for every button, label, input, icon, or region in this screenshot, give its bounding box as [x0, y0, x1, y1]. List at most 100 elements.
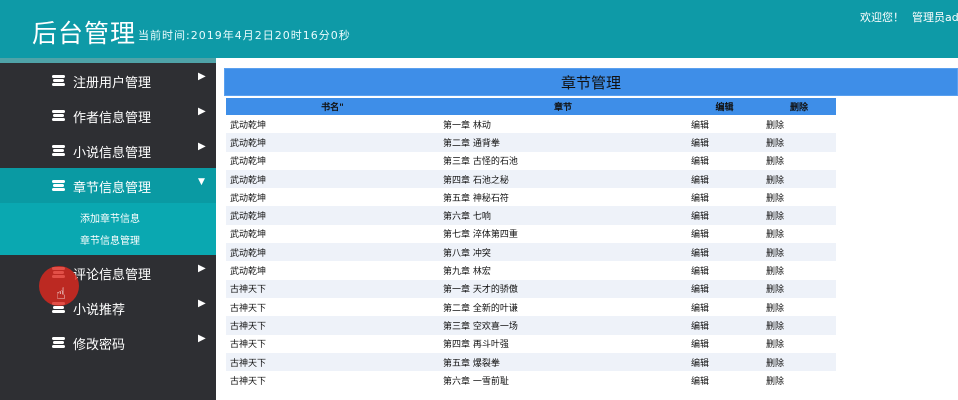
- edit-link[interactable]: 编辑: [687, 297, 762, 317]
- cell-book: 古神天下: [226, 371, 439, 390]
- delete-link[interactable]: 删除: [762, 206, 836, 225]
- delete-link[interactable]: 删除: [762, 261, 836, 280]
- delete-link[interactable]: 删除: [762, 334, 836, 353]
- delete-link[interactable]: 删除: [762, 243, 836, 262]
- delete-link[interactable]: 删除: [762, 133, 836, 152]
- table-row: 古神天下 第六章 一雪前耻 编辑 删除: [226, 371, 836, 390]
- stack-icon: [52, 145, 65, 156]
- cell-book: 武动乾坤: [226, 206, 439, 225]
- edit-link[interactable]: 编辑: [687, 224, 762, 244]
- cell-chapter: 第一章 林动: [439, 115, 687, 134]
- sidebar-item-recommend[interactable]: 小说推荐 ▶: [0, 290, 216, 325]
- main-content: 章节管理 书名" 章节 编辑 删除 武动乾坤 第一章 林动 编辑 删除 武动乾坤 第二章 …: [216, 58, 958, 400]
- sidebar-item-label: 小说推荐: [73, 303, 126, 318]
- delete-link[interactable]: 删除: [762, 279, 836, 298]
- delete-link[interactable]: 删除: [762, 169, 836, 189]
- delete-link[interactable]: 删除: [762, 316, 836, 335]
- cell-book: 古神天下: [226, 279, 439, 298]
- cell-chapter: 第一章 天才的骄傲: [439, 279, 687, 298]
- edit-link[interactable]: 编辑: [687, 169, 762, 189]
- chapter-panel: 章节管理 书名" 章节 编辑 删除 武动乾坤 第一章 林动 编辑 删除 武动乾坤 第二章 …: [224, 68, 958, 400]
- cell-chapter: 第三章 空欢喜一场: [439, 316, 687, 335]
- submenu-manage-chapters[interactable]: 章节信息管理: [0, 231, 216, 253]
- sidebar-item-label: 小说信息管理: [73, 146, 152, 161]
- sidebar-item-label: 作者信息管理: [73, 111, 152, 126]
- current-time: 当前时间:2019年4月2日20时16分0秒: [138, 27, 351, 43]
- submenu-add-chapter[interactable]: 添加章节信息: [0, 209, 216, 231]
- chevron-right-icon: ▶: [198, 298, 206, 309]
- table-header-row: 书名" 章节 编辑 删除: [226, 98, 836, 115]
- sidebar-item-chapters[interactable]: 章节信息管理 ▼: [0, 168, 216, 203]
- edit-link[interactable]: 编辑: [687, 334, 762, 353]
- time-label: 当前时间:: [138, 29, 191, 42]
- cell-book: 武动乾坤: [226, 224, 439, 244]
- chevron-right-icon: ▶: [198, 71, 206, 82]
- table-row: 武动乾坤 第五章 神秘石符 编辑 删除: [226, 188, 836, 207]
- cell-chapter: 第四章 石池之秘: [439, 169, 687, 189]
- cell-chapter: 第七章 淬体第四重: [439, 224, 687, 244]
- sidebar-item-novels[interactable]: 小说信息管理 ▶: [0, 133, 216, 168]
- delete-link[interactable]: 删除: [762, 297, 836, 317]
- table-row: 古神天下 第一章 天才的骄傲 编辑 删除: [226, 279, 836, 298]
- edit-link[interactable]: 编辑: [687, 206, 762, 225]
- sidebar-item-comments[interactable]: 评论信息管理 ▶: [0, 255, 216, 290]
- stack-icon: [52, 75, 65, 86]
- chevron-down-icon: ▼: [198, 177, 205, 187]
- edit-link[interactable]: 编辑: [687, 352, 762, 372]
- delete-link[interactable]: 删除: [762, 188, 836, 207]
- cell-chapter: 第二章 全新的叶谦: [439, 297, 687, 317]
- edit-link[interactable]: 编辑: [687, 188, 762, 207]
- cell-book: 武动乾坤: [226, 243, 439, 262]
- app-title: 后台管理: [32, 19, 137, 48]
- cell-chapter: 第四章 再斗叶强: [439, 334, 687, 353]
- sidebar-item-label: 章节信息管理: [73, 181, 152, 196]
- cell-chapter: 第八章 冲突: [439, 243, 687, 262]
- delete-link[interactable]: 删除: [762, 371, 836, 390]
- cell-book: 武动乾坤: [226, 169, 439, 189]
- sidebar-item-password[interactable]: 修改密码 ▶: [0, 325, 216, 360]
- stack-icon: [52, 180, 65, 191]
- delete-link[interactable]: 删除: [762, 352, 836, 372]
- chevron-right-icon: ▶: [198, 141, 206, 152]
- stack-icon: [52, 337, 65, 348]
- panel-title: 章节管理: [224, 68, 958, 96]
- admin-link[interactable]: 管理员admin: [912, 9, 958, 25]
- cell-chapter: 第六章 七响: [439, 206, 687, 225]
- cell-chapter: 第二章 通背拳: [439, 133, 687, 152]
- chapters-submenu: 添加章节信息 章节信息管理: [0, 203, 216, 255]
- cell-chapter: 第九章 林宏: [439, 261, 687, 280]
- sidebar-item-label: 注册用户管理: [73, 76, 152, 91]
- cell-book: 武动乾坤: [226, 151, 439, 170]
- time-value: 2019年4月2日20时16分0秒: [190, 29, 351, 42]
- chevron-right-icon: ▶: [198, 106, 206, 117]
- edit-link[interactable]: 编辑: [687, 243, 762, 262]
- delete-link[interactable]: 删除: [762, 115, 836, 134]
- edit-link[interactable]: 编辑: [687, 115, 762, 134]
- sidebar-item-users[interactable]: 注册用户管理 ▶: [0, 63, 216, 98]
- column-header-book: 书名": [226, 98, 439, 115]
- edit-link[interactable]: 编辑: [687, 133, 762, 152]
- column-header-edit: 编辑: [687, 98, 762, 115]
- edit-link[interactable]: 编辑: [687, 371, 762, 390]
- edit-link[interactable]: 编辑: [687, 151, 762, 170]
- chevron-right-icon: ▶: [198, 333, 206, 344]
- delete-link[interactable]: 删除: [762, 151, 836, 170]
- table-row: 武动乾坤 第七章 淬体第四重 编辑 删除: [226, 224, 836, 244]
- cell-book: 武动乾坤: [226, 188, 439, 207]
- column-header-delete: 删除: [762, 98, 836, 115]
- edit-link[interactable]: 编辑: [687, 261, 762, 280]
- hand-cursor-icon: ☝: [56, 284, 66, 303]
- sidebar-item-authors[interactable]: 作者信息管理 ▶: [0, 98, 216, 133]
- chapter-table: 书名" 章节 编辑 删除 武动乾坤 第一章 林动 编辑 删除 武动乾坤 第二章 通背拳 编辑…: [226, 98, 836, 390]
- top-header: 后台管理 当前时间:2019年4月2日20时16分0秒 欢迎您！ 管理员admi…: [0, 0, 958, 58]
- cell-book: 古神天下: [226, 352, 439, 372]
- delete-link[interactable]: 删除: [762, 224, 836, 244]
- sidebar-item-label: 评论信息管理: [73, 268, 152, 283]
- cell-book: 武动乾坤: [226, 261, 439, 280]
- cell-book: 古神天下: [226, 316, 439, 335]
- edit-link[interactable]: 编辑: [687, 316, 762, 335]
- table-row: 武动乾坤 第一章 林动 编辑 删除: [226, 115, 836, 134]
- table-row: 古神天下 第四章 再斗叶强 编辑 删除: [226, 334, 836, 353]
- cell-book: 武动乾坤: [226, 115, 439, 134]
- edit-link[interactable]: 编辑: [687, 279, 762, 298]
